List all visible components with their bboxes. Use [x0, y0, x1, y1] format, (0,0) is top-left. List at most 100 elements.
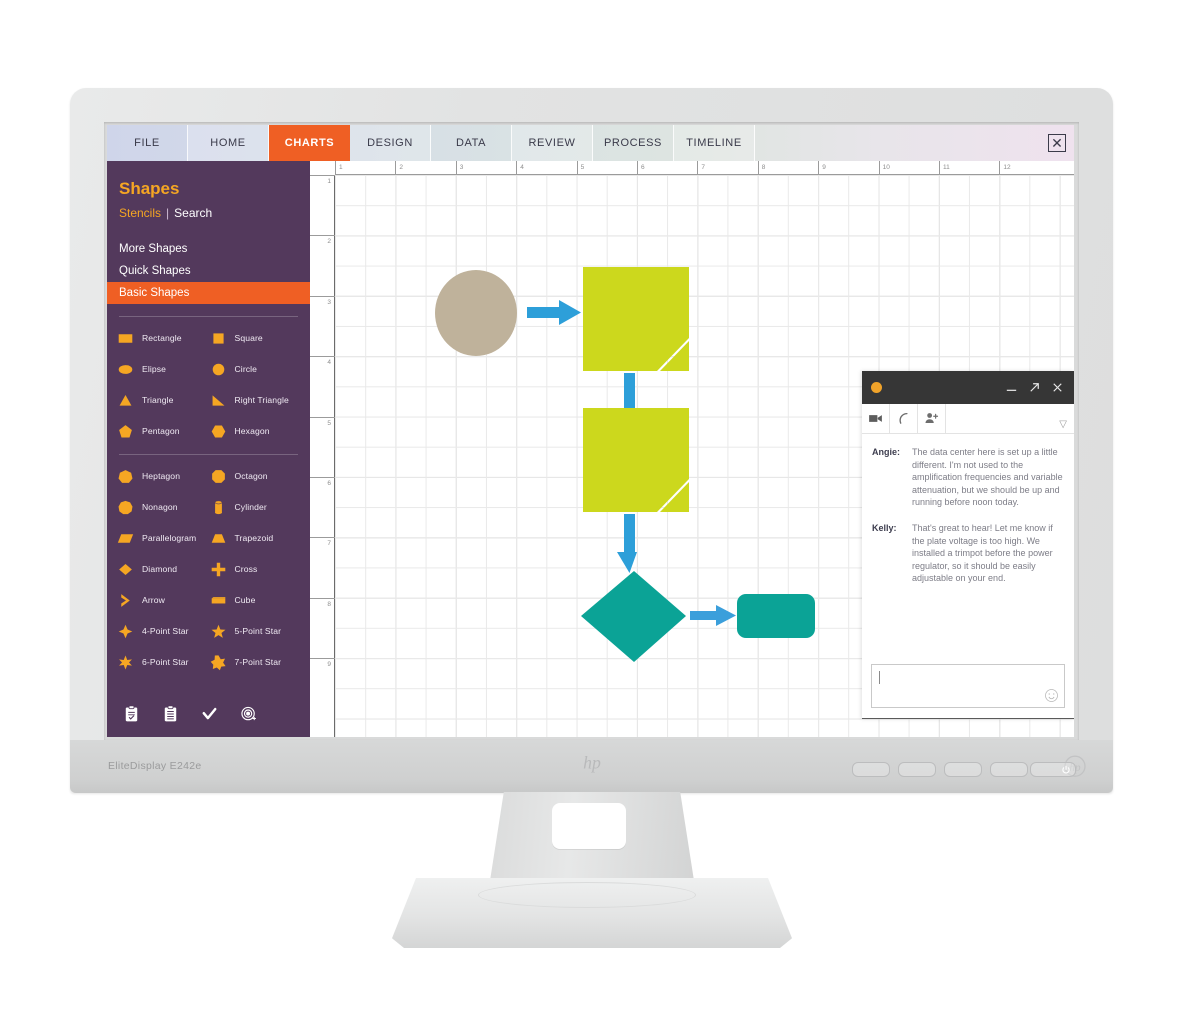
tab-design[interactable]: DESIGN [350, 125, 431, 161]
clipboard-check-icon[interactable] [123, 705, 140, 723]
shape-label: Octagon [234, 471, 268, 481]
tab-home[interactable]: HOME [188, 125, 269, 161]
parallelogram-icon [117, 533, 134, 543]
ruler-tick-h: 9 [818, 161, 826, 175]
shape-octagon[interactable]: Octagon [210, 465, 303, 487]
tab-label: HOME [210, 137, 246, 149]
shape-label: Pentagon [142, 426, 180, 436]
sidebar-item-basic-shapes[interactable]: Basic Shapes [107, 282, 310, 304]
close-icon[interactable]: ✕ [1048, 134, 1066, 152]
shape-label: Circle [234, 364, 258, 374]
ruler-tick-h: 1 [335, 161, 343, 175]
shape-heptagon[interactable]: Heptagon [117, 465, 210, 487]
hexagon-icon [211, 425, 225, 437]
shape-rectangle[interactable]: Rectangle [117, 327, 210, 349]
power-button[interactable] [1030, 762, 1076, 777]
chat-message: Kelly: That's great to hear! Let me know… [872, 522, 1064, 585]
phone-call-button[interactable] [890, 404, 918, 433]
shape-label: Rectangle [142, 333, 182, 343]
horizontal-ruler: 1 2 3 4 5 6 7 8 9 10 11 12 [335, 161, 1074, 175]
shape-label: 5-Point Star [234, 626, 282, 636]
shape-right-triangle[interactable]: Right Triangle [210, 389, 303, 411]
sidebar-item-more-shapes[interactable]: More Shapes [107, 238, 310, 260]
connector-right-2[interactable] [690, 605, 736, 626]
ellipse-icon [118, 364, 133, 374]
target-icon[interactable] [240, 705, 257, 723]
shape-cylinder[interactable]: Cylinder [210, 496, 303, 518]
tab-charts[interactable]: CHARTS [269, 125, 350, 161]
osd-button-1[interactable] [852, 762, 890, 777]
tab-data[interactable]: DATA [431, 125, 512, 161]
shape-cross[interactable]: Cross [210, 558, 303, 580]
shape-label: Right Triangle [234, 395, 289, 405]
expand-icon[interactable] [1027, 380, 1042, 395]
ruler-tick-h: 5 [576, 161, 584, 175]
star-6-icon [119, 655, 132, 669]
page-title: Shapes [119, 179, 180, 198]
shape-nonagon[interactable]: Nonagon [117, 496, 210, 518]
chat-message-list: Angie: The data center here is set up a … [862, 434, 1074, 655]
shape-trapezoid[interactable]: Trapezoid [210, 527, 303, 549]
chevron-down-icon[interactable]: ▽ [1059, 419, 1067, 430]
octagon-icon [211, 469, 225, 483]
shape-label: 6-Point Star [142, 657, 189, 667]
shape-4-point-star[interactable]: 4-Point Star [117, 620, 210, 642]
ruler-tick-v: 8 [310, 597, 335, 609]
circle-icon [212, 363, 224, 375]
shape-label: Square [234, 333, 263, 343]
square-icon [212, 332, 224, 344]
star-7-icon [210, 654, 226, 670]
sidebar-item-quick-shapes[interactable]: Quick Shapes [107, 260, 310, 282]
right-triangle-icon [212, 394, 224, 406]
tab-process[interactable]: PROCESS [593, 125, 674, 161]
document-2[interactable] [583, 408, 689, 512]
ruler-tick-v: 2 [310, 235, 335, 246]
shape-parallelogram[interactable]: Parallelogram [117, 527, 210, 549]
chat-input[interactable] [871, 664, 1065, 708]
shape-diamond[interactable]: Diamond [117, 558, 210, 580]
shape-circle[interactable]: Circle [210, 358, 303, 380]
shape-ellipse[interactable]: Elipse [117, 358, 210, 380]
close-icon[interactable] [1050, 380, 1065, 395]
end-rounded-rect[interactable] [737, 594, 815, 638]
minimize-icon[interactable] [1004, 380, 1019, 395]
text-cursor [879, 671, 880, 684]
osd-button-3[interactable] [944, 762, 982, 777]
trapezoid-icon [211, 533, 225, 543]
sidebar-nav: More Shapes Quick Shapes Basic Shapes [107, 238, 310, 304]
stencils-link[interactable]: Stencils [119, 206, 161, 220]
ruler-tick-h: 11 [939, 161, 950, 175]
shape-pentagon[interactable]: Pentagon [117, 420, 210, 442]
shape-label: Triangle [142, 395, 174, 405]
tab-timeline[interactable]: TIMELINE [674, 125, 755, 161]
shape-arrow[interactable]: Arrow [117, 589, 210, 611]
tab-review[interactable]: REVIEW [512, 125, 593, 161]
connector-right-1[interactable] [527, 300, 581, 325]
video-call-button[interactable] [862, 404, 890, 433]
star-5-icon [211, 624, 225, 638]
shape-square[interactable]: Square [210, 327, 303, 349]
shape-7-point-star[interactable]: 7-Point Star [210, 651, 303, 673]
shape-5-point-star[interactable]: 5-Point Star [210, 620, 303, 642]
add-person-button[interactable] [918, 404, 946, 433]
clipboard-list-icon[interactable] [162, 705, 179, 723]
osd-button-4[interactable] [990, 762, 1028, 777]
start-ellipse[interactable] [435, 270, 517, 356]
vertical-ruler: 1 2 3 4 5 6 7 8 9 [310, 175, 335, 737]
cylinder-icon [214, 500, 222, 514]
checkmark-icon[interactable] [201, 705, 218, 723]
connector-down-2[interactable] [617, 514, 637, 573]
search-link[interactable]: Search [174, 206, 212, 220]
shape-triangle[interactable]: Triangle [117, 389, 210, 411]
tab-file[interactable]: FILE [107, 125, 188, 161]
osd-button-2[interactable] [898, 762, 936, 777]
document-1[interactable] [583, 267, 689, 371]
tab-label: REVIEW [528, 137, 576, 149]
decision-diamond[interactable] [581, 571, 686, 662]
sidebar-footer-toolbar [123, 705, 257, 723]
shape-hexagon[interactable]: Hexagon [210, 420, 303, 442]
ruler-tick-h: 7 [697, 161, 705, 175]
smiley-icon[interactable] [1044, 688, 1059, 703]
shape-cube[interactable]: Cube [210, 589, 303, 611]
shape-6-point-star[interactable]: 6-Point Star [117, 651, 210, 673]
